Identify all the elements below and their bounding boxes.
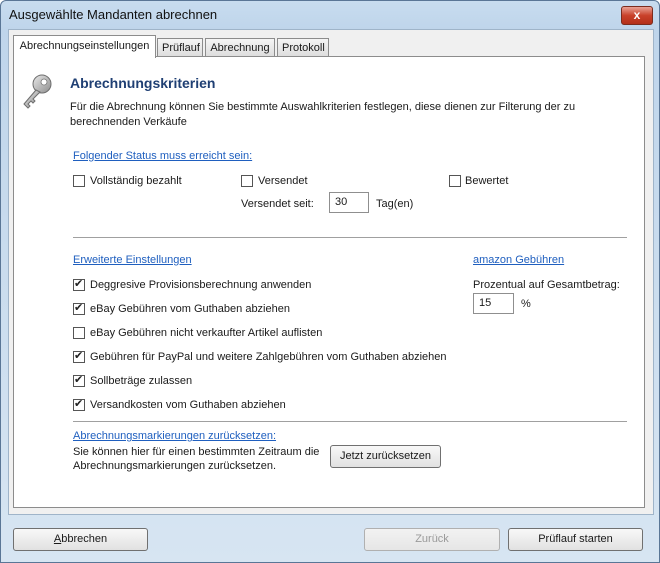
- tab-protokoll[interactable]: Protokoll: [277, 38, 329, 57]
- label-shipping-cost-deduct: Versandkosten vom Guthaben abziehen: [90, 399, 286, 411]
- label-fully-paid: Vollständig bezahlt: [90, 175, 182, 187]
- label-rated: Bewertet: [465, 175, 509, 187]
- amazon-percent-input[interactable]: 15: [473, 293, 514, 314]
- cancel-button[interactable]: Abbrechen: [13, 528, 148, 551]
- label-degressive-commission: Deggresive Provisionsberechnung anwenden: [90, 279, 312, 291]
- amazon-percent-unit: %: [521, 298, 531, 310]
- criteria-title: Abrechnungskriterien: [70, 75, 216, 91]
- divider-1: [73, 237, 627, 238]
- tab-abrechnungseinstellungen[interactable]: Abrechnungseinstellungen: [13, 35, 156, 58]
- checkbox-allow-target-amounts[interactable]: [73, 373, 85, 387]
- checkbox-degressive-commission[interactable]: [73, 277, 85, 291]
- checkbox-ebay-fees-deduct[interactable]: [73, 301, 85, 315]
- amazon-percent-label: Prozentual auf Gesamtbetrag:: [473, 279, 620, 291]
- status-heading: Folgender Status muss erreicht sein:: [73, 150, 253, 162]
- reset-now-button[interactable]: Jetzt zurücksetzen: [330, 445, 441, 468]
- criteria-desc-line1: Für die Abrechnung können Sie bestimmte …: [70, 101, 576, 113]
- cancel-button-label: bbrechen: [61, 533, 108, 545]
- settings-panel: Abrechnungskriterien Für die Abrechnung …: [13, 56, 645, 508]
- criteria-desc-line2: berechnenden Verkäufe: [70, 116, 187, 128]
- checkbox-paypal-fees-deduct[interactable]: [73, 349, 85, 363]
- divider-2: [73, 421, 627, 422]
- back-button[interactable]: Zurück: [364, 528, 500, 551]
- checkbox-fully-paid[interactable]: [73, 175, 85, 187]
- reset-desc-line2: Abrechnungsmarkierungen zurücksetzen.: [73, 460, 277, 472]
- checkbox-rated[interactable]: [449, 175, 461, 187]
- checkbox-ebay-fees-unsold[interactable]: [73, 327, 85, 339]
- reset-desc-line1: Sie können hier für einen bestimmten Zei…: [73, 446, 320, 458]
- label-ebay-fees-unsold: eBay Gebühren nicht verkaufter Artikel a…: [90, 327, 323, 339]
- checkbox-shipping-cost-deduct[interactable]: [73, 397, 85, 411]
- shipped-since-label: Versendet seit:: [241, 198, 314, 210]
- reset-heading: Abrechnungsmarkierungen zurücksetzen:: [73, 430, 277, 442]
- close-button[interactable]: x: [621, 6, 653, 25]
- key-icon: [23, 74, 52, 109]
- amazon-fees-heading: amazon Gebühren: [473, 254, 565, 266]
- dialog-window: Ausgewählte Mandanten abrechnen x Abrech…: [0, 0, 660, 563]
- label-allow-target-amounts: Sollbeträge zulassen: [90, 375, 193, 387]
- window-title: Ausgewählte Mandanten abrechnen: [9, 7, 218, 22]
- start-test-run-button[interactable]: Prüflauf starten: [508, 528, 643, 551]
- advanced-heading: Erweiterte Einstellungen: [73, 254, 192, 266]
- shipped-since-input[interactable]: 30: [329, 192, 369, 213]
- label-shipped: Versendet: [258, 175, 308, 187]
- tab-abrechnung[interactable]: Abrechnung: [205, 38, 275, 57]
- label-paypal-fees-deduct: Gebühren für PayPal und weitere Zahlgebü…: [90, 351, 447, 363]
- checkbox-shipped[interactable]: [241, 175, 253, 187]
- label-ebay-fees-deduct: eBay Gebühren vom Guthaben abziehen: [90, 303, 290, 315]
- tab-prueflauf[interactable]: Prüflauf: [157, 38, 203, 57]
- shipped-since-unit: Tag(en): [376, 198, 414, 210]
- title-bar[interactable]: Ausgewählte Mandanten abrechnen x: [1, 1, 659, 29]
- dialog-client-area: Abrechnungseinstellungen Prüflauf Abrech…: [8, 29, 654, 515]
